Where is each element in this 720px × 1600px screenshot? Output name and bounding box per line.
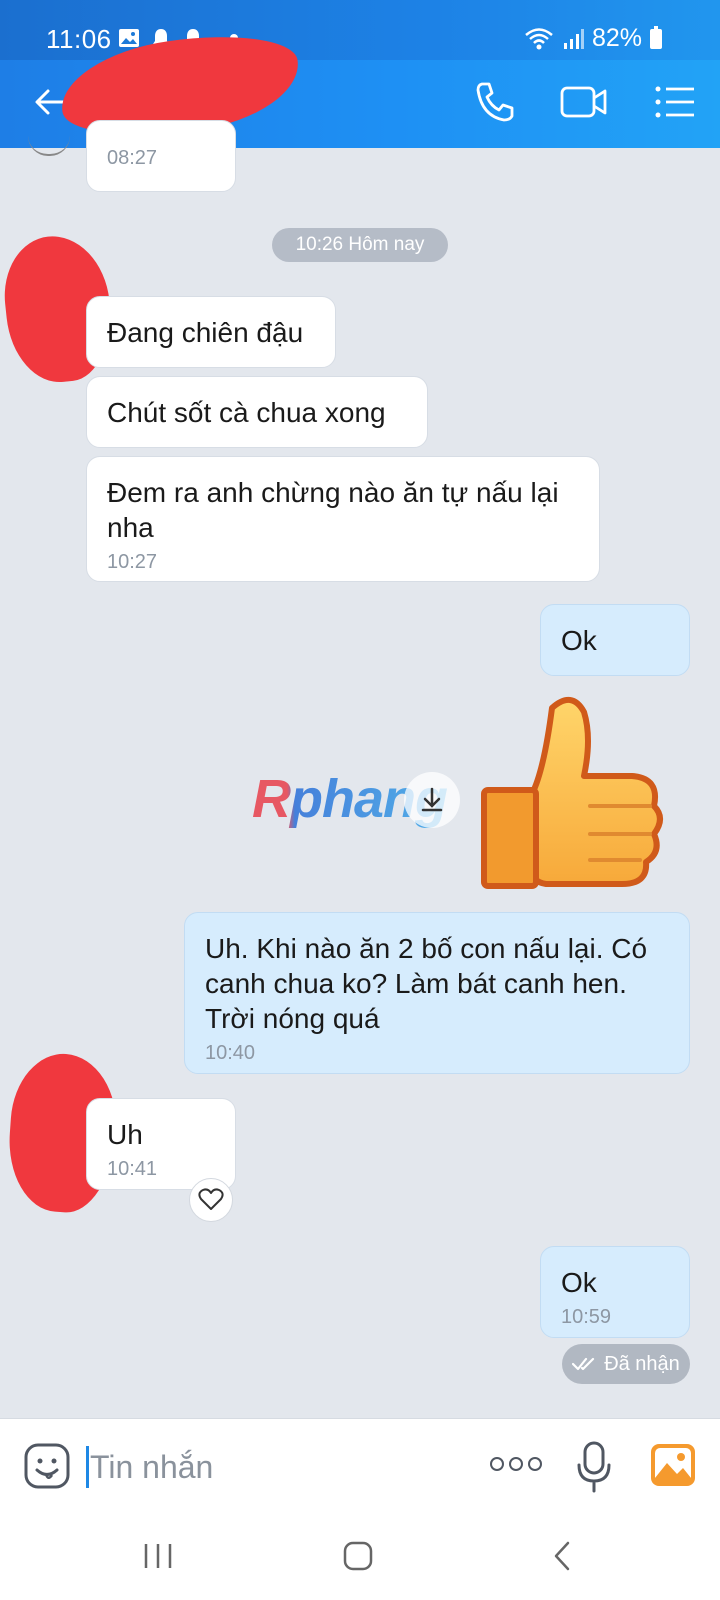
download-icon (421, 787, 443, 812)
message-bubble-received[interactable]: 08:27 (86, 120, 236, 192)
image-gallery-icon[interactable] (650, 1443, 696, 1487)
message-text: Uh. Khi nào ăn 2 bố con nấu lại. Có canh… (205, 933, 648, 1034)
more-options-button[interactable] (490, 1457, 542, 1471)
double-check-icon (572, 1357, 595, 1371)
thumbs-up-sticker[interactable] (480, 690, 670, 895)
status-bar: 11:06 82% (0, 0, 720, 60)
status-right: 82% (524, 24, 662, 53)
battery-icon (650, 25, 662, 49)
sticker-emoji-icon[interactable] (24, 1443, 70, 1489)
system-nav-bar (0, 1514, 720, 1600)
avatar[interactable] (28, 130, 70, 156)
text-cursor (86, 1446, 89, 1488)
heart-icon (198, 1188, 224, 1210)
more-dot (490, 1457, 504, 1471)
recent-apps-icon[interactable] (142, 1540, 174, 1572)
message-text: Ok (561, 625, 597, 656)
message-bubble-sent[interactable]: Ok (540, 604, 690, 676)
message-composer: Tin nhắn (0, 1418, 720, 1514)
video-call-icon[interactable] (560, 84, 608, 120)
message-text: Ok (561, 1267, 597, 1298)
message-bubble-received[interactable]: Đang chiên đậu (86, 296, 336, 368)
message-time: 10:59 (561, 1306, 612, 1328)
more-dot (528, 1457, 542, 1471)
message-text: Uh (107, 1119, 143, 1150)
image-icon (119, 29, 139, 47)
message-bubble-sent[interactable]: Ok 10:59 (540, 1246, 690, 1338)
download-button[interactable] (404, 772, 460, 828)
message-bubble-received[interactable]: Chút sốt cà chua xong (86, 376, 428, 448)
delivery-status-badge: Đã nhận (562, 1344, 690, 1384)
message-input[interactable]: Tin nhắn (90, 1447, 213, 1487)
message-bubble-received[interactable]: Uh 10:41 (86, 1098, 236, 1190)
react-heart-button[interactable] (189, 1178, 233, 1222)
date-separator: 10:26 Hôm nay (272, 228, 448, 262)
delivery-status-text: Đã nhận (604, 1352, 680, 1375)
microphone-icon[interactable] (576, 1441, 612, 1493)
home-icon[interactable] (342, 1540, 374, 1572)
message-bubble-received[interactable]: Đem ra anh chừng nào ăn tự nấu lại nha 1… (86, 456, 600, 582)
message-text: Chút sốt cà chua xong (107, 397, 386, 428)
message-text: Đem ra anh chừng nào ăn tự nấu lại nha (107, 477, 559, 543)
phone-icon[interactable] (474, 80, 514, 124)
back-nav-icon[interactable] (548, 1540, 580, 1572)
message-time: 10:40 (205, 1042, 256, 1064)
menu-list-icon[interactable] (654, 84, 696, 120)
more-dot (509, 1457, 523, 1471)
battery-percent: 82% (591, 24, 642, 52)
message-time: 10:41 (107, 1158, 158, 1180)
wifi-icon (525, 27, 553, 49)
message-time: 10:27 (107, 551, 158, 573)
signal-icon (563, 28, 584, 49)
message-text: Đang chiên đậu (107, 317, 304, 348)
status-time: 11:06 (46, 24, 112, 54)
message-time: 08:27 (107, 147, 158, 169)
message-bubble-sent[interactable]: Uh. Khi nào ăn 2 bố con nấu lại. Có canh… (184, 912, 690, 1074)
